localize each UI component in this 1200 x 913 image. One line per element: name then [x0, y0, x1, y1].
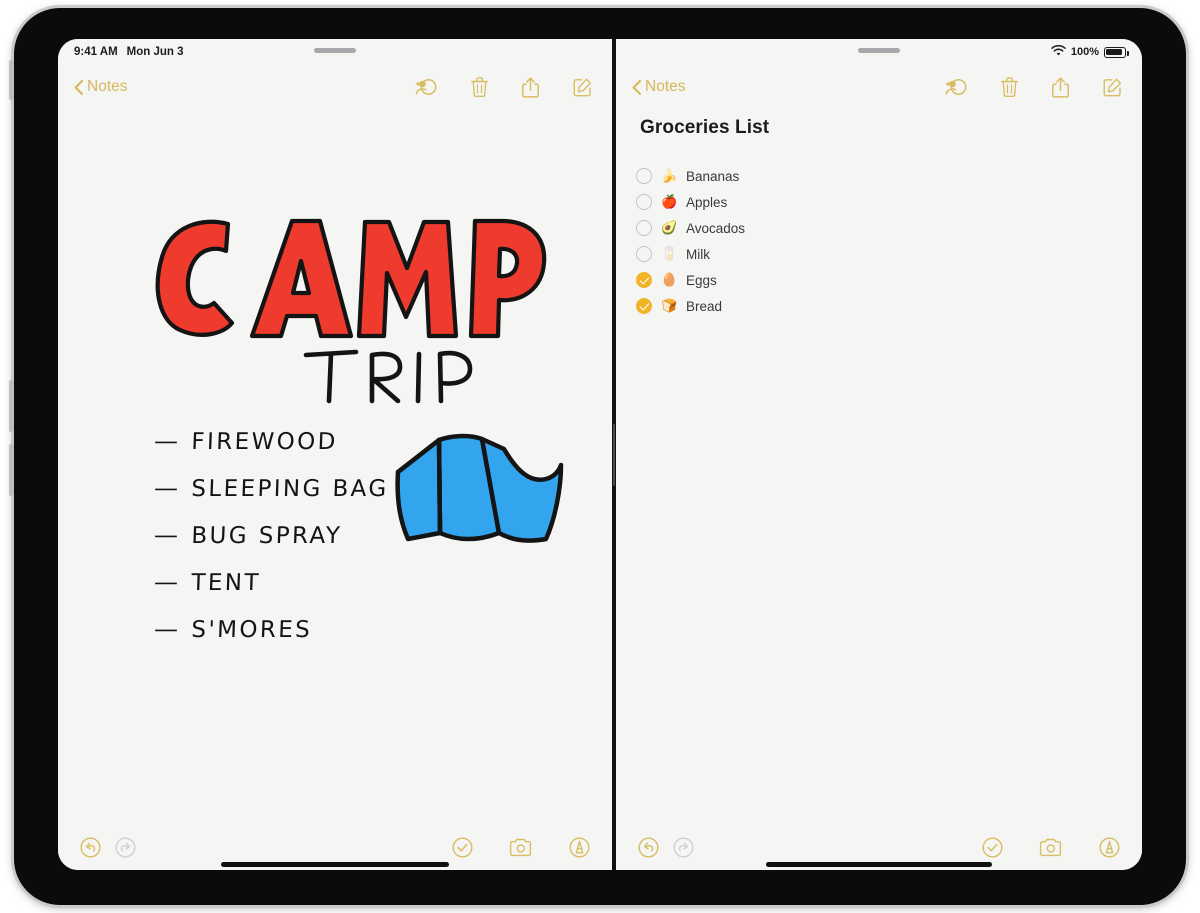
- battery-icon: [1104, 46, 1129, 58]
- list-item-label: Avocados: [686, 220, 746, 236]
- handwritten-label: FIREWOOD: [190, 429, 339, 455]
- compose-icon[interactable]: [573, 78, 592, 97]
- groceries-checklist: 🍌 Bananas 🍎 Apples 🥑 Avocados 🥛 Milk 🥚 E…: [636, 163, 1142, 319]
- compose-icon[interactable]: [1103, 78, 1122, 97]
- checkbox-checked-icon[interactable]: [636, 272, 652, 288]
- checkbox-checked-icon[interactable]: [636, 298, 652, 314]
- notes-pane-left: 9:41 AM Mon Jun 3 Notes — FIREWOOD — SLE…: [58, 39, 612, 870]
- markup-icon[interactable]: [569, 836, 590, 858]
- handwritten-dash: —: [153, 615, 181, 643]
- apple-icon: 🍎: [661, 194, 678, 210]
- status-bar-right: 100%: [616, 39, 1142, 65]
- status-time: 9:41 AM: [74, 46, 118, 58]
- ipad-device-frame: 9:41 AM Mon Jun 3 Notes — FIREWOOD — SLE…: [9, 8, 1186, 905]
- list-item-label: Apples: [686, 194, 728, 210]
- camp-trip-title-drawing: [155, 218, 547, 404]
- list-item-label: Milk: [686, 246, 710, 262]
- trash-icon[interactable]: [1001, 77, 1018, 97]
- redo-icon: [115, 836, 136, 858]
- multitask-drag-handle-right[interactable]: [858, 48, 900, 53]
- camera-icon[interactable]: [1039, 838, 1063, 857]
- egg-icon: 🥚: [661, 272, 678, 288]
- nav-bar-right: Notes: [616, 65, 1142, 109]
- handwritten-label: SLEEPING BAG: [190, 476, 390, 502]
- bottom-toolbar-left: [58, 824, 612, 870]
- status-bar-left: 9:41 AM Mon Jun 3: [58, 39, 612, 65]
- note-canvas-right[interactable]: Groceries List 🍌 Bananas 🍎 Apples 🥑 Avoc…: [616, 109, 1142, 824]
- list-item[interactable]: 🥚 Eggs: [636, 267, 1142, 293]
- handwritten-dash: —: [153, 427, 181, 455]
- volume-up-button[interactable]: [9, 380, 14, 432]
- note-canvas-left[interactable]: — FIREWOOD — SLEEPING BAG — BUG SPRAY — …: [58, 109, 612, 824]
- share-icon[interactable]: [1052, 76, 1069, 98]
- ipad-screen: 9:41 AM Mon Jun 3 Notes — FIREWOOD — SLE…: [58, 39, 1142, 870]
- back-to-notes-button-left[interactable]: Notes: [74, 78, 128, 96]
- status-date: Mon Jun 3: [126, 46, 184, 58]
- checklist-icon[interactable]: [452, 836, 473, 858]
- bread-icon: 🍞: [661, 298, 678, 314]
- avocado-icon: 🥑: [661, 220, 678, 236]
- back-label-right: Notes: [645, 78, 686, 95]
- list-item-label: Bananas: [686, 168, 740, 184]
- camera-icon[interactable]: [509, 838, 533, 857]
- nav-bar-left: Notes: [58, 65, 612, 109]
- handwritten-item: — TENT: [154, 568, 390, 596]
- handwritten-item: — FIREWOOD: [154, 427, 390, 455]
- undo-icon[interactable]: [80, 836, 101, 858]
- handwritten-item: — SLEEPING BAG: [154, 474, 390, 502]
- list-item[interactable]: 🍌 Bananas: [636, 163, 1142, 189]
- handwritten-dash: —: [153, 474, 181, 502]
- handwritten-dash: —: [153, 568, 181, 596]
- checkbox-unchecked-icon[interactable]: [636, 168, 652, 184]
- list-item[interactable]: 🥛 Milk: [636, 241, 1142, 267]
- list-item[interactable]: 🍞 Bread: [636, 293, 1142, 319]
- checkbox-unchecked-icon[interactable]: [636, 246, 652, 262]
- banana-icon: 🍌: [661, 168, 678, 184]
- battery-percent-label: 100%: [1070, 46, 1099, 58]
- handwritten-checklist: — FIREWOOD — SLEEPING BAG — BUG SPRAY — …: [154, 427, 390, 662]
- multitask-drag-handle-left[interactable]: [314, 48, 356, 53]
- add-collaborator-icon[interactable]: [944, 78, 967, 96]
- bottom-toolbar-right: [616, 824, 1142, 870]
- redo-icon: [673, 836, 694, 858]
- wifi-icon: [1051, 45, 1066, 59]
- handwritten-label: TENT: [190, 570, 262, 596]
- markup-icon[interactable]: [1099, 836, 1120, 858]
- undo-icon[interactable]: [638, 836, 659, 858]
- trash-icon[interactable]: [471, 77, 488, 97]
- list-item[interactable]: 🍎 Apples: [636, 189, 1142, 215]
- milk-icon: 🥛: [661, 246, 678, 262]
- checkbox-unchecked-icon[interactable]: [636, 220, 652, 236]
- handwritten-item: — BUG SPRAY: [154, 521, 390, 549]
- checkbox-unchecked-icon[interactable]: [636, 194, 652, 210]
- list-item-label: Bread: [686, 298, 723, 314]
- handwritten-item: — S'MORES: [154, 615, 390, 643]
- share-icon[interactable]: [522, 76, 539, 98]
- handwritten-dash: —: [153, 521, 181, 549]
- chevron-left-icon: [632, 79, 641, 95]
- handwritten-label: BUG SPRAY: [190, 523, 343, 549]
- list-item[interactable]: 🥑 Avocados: [636, 215, 1142, 241]
- checklist-icon[interactable]: [982, 836, 1003, 858]
- home-indicator-right[interactable]: [766, 862, 992, 867]
- note-title: Groceries List: [640, 117, 770, 138]
- list-item-label: Eggs: [686, 272, 717, 288]
- chevron-left-icon: [74, 79, 83, 95]
- handwritten-label: S'MORES: [190, 617, 313, 643]
- notes-pane-right: 100% Notes Groceries List 🍌 Bananas 🍎 Ap…: [616, 39, 1142, 870]
- back-label-left: Notes: [87, 78, 128, 95]
- add-collaborator-icon[interactable]: [414, 78, 437, 96]
- volume-down-button[interactable]: [9, 444, 14, 496]
- home-indicator-left[interactable]: [221, 862, 449, 867]
- back-to-notes-button-right[interactable]: Notes: [632, 78, 686, 96]
- power-button[interactable]: [9, 60, 14, 100]
- split-view-divider-handle[interactable]: [613, 423, 615, 486]
- tent-illustration: [395, 433, 564, 543]
